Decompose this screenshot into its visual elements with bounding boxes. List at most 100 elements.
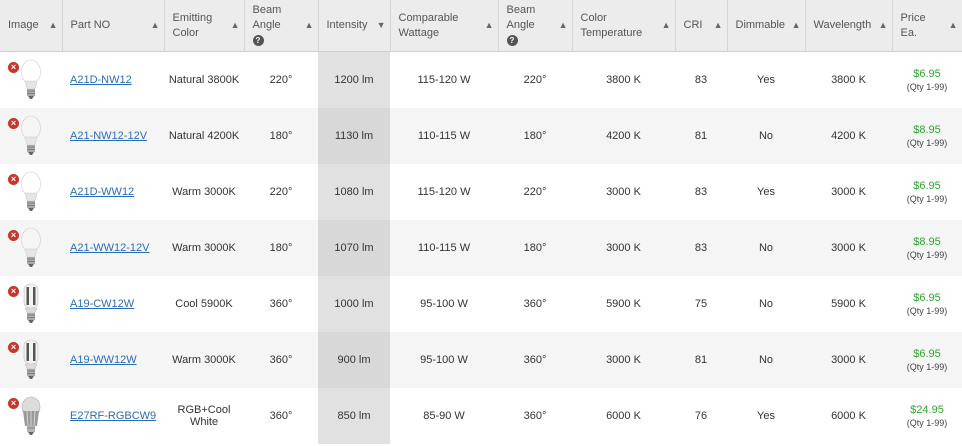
beam-angle-2-cell: 180°	[498, 108, 572, 164]
sort-asc-icon[interactable]: ▲	[305, 18, 314, 33]
sort-asc-icon[interactable]: ▲	[949, 18, 958, 33]
column-header-image[interactable]: Image ▲	[0, 0, 63, 52]
table-row: × A21D-WW12 Warm 3000K 220° 1080 lm 115-120 W…	[0, 164, 962, 220]
sort-asc-icon[interactable]: ▲	[792, 18, 801, 33]
part-link[interactable]: A19-WW12W	[70, 354, 137, 366]
cri-cell: 76	[675, 388, 727, 444]
help-icon[interactable]: ?	[506, 35, 518, 46]
column-header-beam-angle-2[interactable]: Beam Angle? ▲	[498, 0, 573, 52]
intensity-cell: 1130 lm	[318, 108, 390, 164]
unit-price: $6.95	[913, 292, 941, 304]
header-label: Emitting	[172, 11, 213, 24]
header-label: Intensity	[326, 19, 368, 31]
column-header-comparable-wattage[interactable]: Comparable Wattage ▲	[390, 0, 499, 52]
column-header-beam-angle[interactable]: Beam Angle? ▲	[244, 0, 319, 52]
corn-bulb-icon[interactable]	[21, 283, 41, 327]
column-header-part-no[interactable]: Part NO ▲	[62, 0, 165, 52]
product-image-cell: ×	[0, 164, 62, 220]
header-label: Beam	[506, 4, 536, 16]
quantity-range: (Qty 1-99)	[906, 194, 948, 204]
a-bulb-icon[interactable]	[21, 171, 41, 215]
sort-asc-icon[interactable]: ▲	[151, 18, 160, 33]
remove-icon[interactable]: ×	[8, 230, 19, 241]
remove-icon[interactable]: ×	[8, 118, 19, 129]
product-table: Image ▲ Part NO ▲ Emitting Color ▲ Beam Angle? ▲ I…	[0, 0, 962, 444]
unit-price: $8.95	[913, 236, 941, 248]
sort-asc-icon[interactable]: ▲	[559, 18, 568, 33]
beam-angle-cell: 360°	[244, 276, 318, 332]
header-label: Part NO	[70, 19, 111, 31]
part-link[interactable]: A21D-WW12	[70, 186, 134, 198]
product-image-cell: ×	[0, 51, 62, 108]
beam-angle-2-cell: 180°	[498, 220, 572, 276]
color-temperature-cell: 3800 K	[572, 51, 675, 108]
remove-icon[interactable]: ×	[8, 342, 19, 353]
sort-asc-icon[interactable]: ▲	[662, 18, 671, 33]
column-header-cri[interactable]: CRI ▲	[675, 0, 728, 52]
column-header-emitting-color[interactable]: Emitting Color ▲	[164, 0, 245, 52]
header-label-line2: Angle	[506, 19, 535, 31]
a-bulb-icon[interactable]	[21, 59, 41, 103]
unit-price: $8.95	[913, 124, 941, 136]
unit-price: $6.95	[913, 68, 941, 80]
quantity-range: (Qty 1-99)	[906, 82, 948, 92]
column-header-dimmable[interactable]: Dimmable ▲	[727, 0, 806, 52]
finned-bulb-icon[interactable]	[21, 395, 41, 439]
column-header-price[interactable]: Price Ea. ▲	[892, 0, 962, 52]
dimmable-cell: No	[727, 332, 805, 388]
part-no-cell: E27RF-RGBCW9	[62, 388, 164, 444]
header-label-line2: Ea.	[900, 26, 918, 39]
wavelength-cell: 5900 K	[805, 276, 892, 332]
comparable-wattage-cell: 85-90 W	[390, 388, 498, 444]
unit-price: $24.95	[910, 404, 944, 416]
wavelength-cell: 4200 K	[805, 108, 892, 164]
part-no-cell: A21D-NW12	[62, 51, 164, 108]
part-link[interactable]: E27RF-RGBCW9	[70, 410, 156, 422]
price-cell: $6.95 (Qty 1-99)	[892, 332, 962, 388]
unit-price: $6.95	[913, 180, 941, 192]
wavelength-cell: 3800 K	[805, 51, 892, 108]
sort-asc-icon[interactable]: ▲	[49, 18, 58, 33]
corn-bulb-icon[interactable]	[21, 339, 41, 383]
color-temperature-cell: 6000 K	[572, 388, 675, 444]
a-bulb-icon[interactable]	[21, 227, 41, 271]
emitting-color-cell: RGB+Cool White	[164, 388, 244, 444]
dimmable-cell: Yes	[727, 51, 805, 108]
part-link[interactable]: A19-CW12W	[70, 298, 134, 310]
remove-icon[interactable]: ×	[8, 398, 19, 409]
header-label: Image	[8, 19, 39, 31]
part-link[interactable]: A21D-NW12	[70, 74, 132, 86]
header-label-line2: Wattage	[398, 26, 440, 39]
column-header-intensity[interactable]: Intensity ▼	[318, 0, 391, 52]
emitting-color-cell: Warm 3000K	[164, 164, 244, 220]
part-link[interactable]: A21-NW12-12V	[70, 130, 147, 142]
column-header-wavelength[interactable]: Wavelength ▲	[805, 0, 893, 52]
table-row: × E27RF-RGBCW9 RGB+Cool White 360° 850 lm 85-…	[0, 388, 962, 444]
cri-cell: 83	[675, 220, 727, 276]
beam-angle-2-cell: 360°	[498, 388, 572, 444]
comparable-wattage-cell: 110-115 W	[390, 108, 498, 164]
emitting-color-cell: Natural 4200K	[164, 108, 244, 164]
sort-asc-icon[interactable]: ▲	[231, 18, 240, 33]
sort-asc-icon[interactable]: ▲	[485, 18, 494, 33]
product-image-cell: ×	[0, 388, 62, 444]
help-icon[interactable]: ?	[252, 35, 264, 46]
column-header-color-temperature[interactable]: Color Temperature ▲	[572, 0, 676, 52]
header-label-line2: Temperature	[580, 26, 643, 39]
product-image-cell: ×	[0, 332, 62, 388]
table-body: × A21D-NW12 Natural 3800K 220° 1200 lm 115-12…	[0, 51, 962, 444]
remove-icon[interactable]: ×	[8, 174, 19, 185]
table-row: × A21D-NW12 Natural 3800K 220° 1200 lm 115-12…	[0, 51, 962, 108]
sort-desc-icon[interactable]: ▼	[377, 18, 386, 33]
sort-asc-icon[interactable]: ▲	[714, 18, 723, 33]
a-bulb-icon[interactable]	[21, 115, 41, 159]
remove-icon[interactable]: ×	[8, 62, 19, 73]
part-link[interactable]: A21-WW12-12V	[70, 242, 149, 254]
header-label: Price	[900, 11, 926, 24]
product-image-cell: ×	[0, 108, 62, 164]
sort-asc-icon[interactable]: ▲	[879, 18, 888, 33]
dimmable-cell: No	[727, 276, 805, 332]
header-label-line2: Angle	[252, 19, 281, 31]
color-temperature-cell: 5900 K	[572, 276, 675, 332]
remove-icon[interactable]: ×	[8, 286, 19, 297]
